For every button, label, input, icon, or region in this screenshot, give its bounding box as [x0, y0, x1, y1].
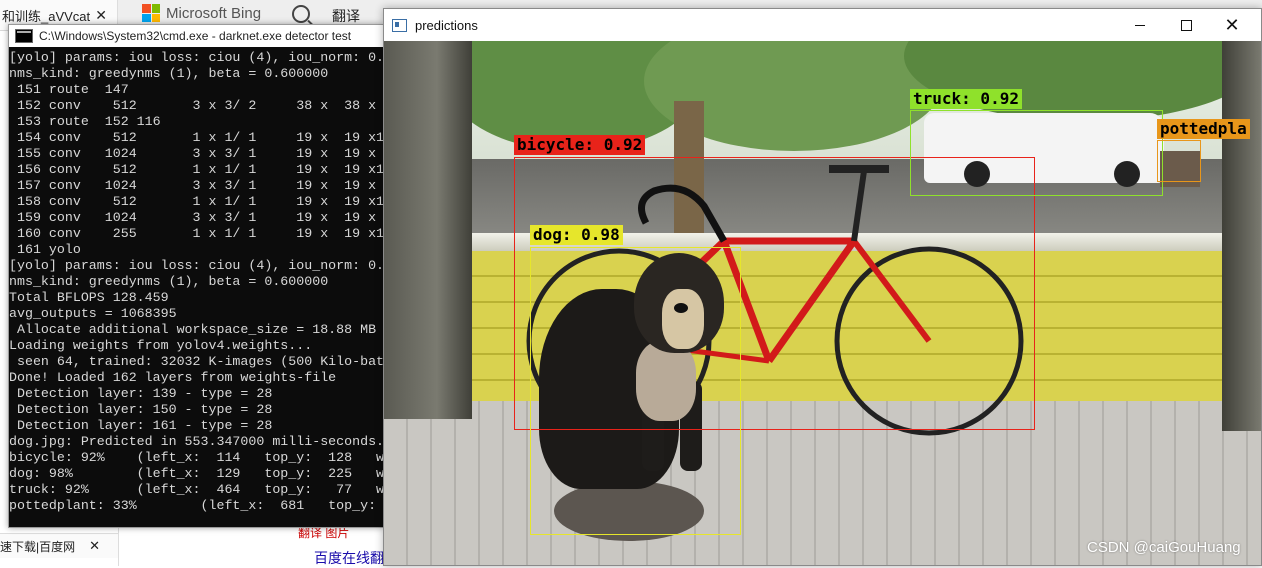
console-output[interactable]: [yolo] params: iou loss: ciou (4), iou_n… [9, 47, 383, 514]
console-line: Total BFLOPS 128.459 [9, 290, 169, 305]
detection-image: bicycle: 0.92 dog: 0.98 truck: 0.92 pott… [384, 41, 1261, 565]
console-line: Done! Loaded 162 layers from weights-fil… [9, 370, 337, 385]
dog-bounding-box [530, 247, 741, 535]
browser-tab-label: 速下载|百度网 [0, 539, 76, 554]
browser-link[interactable]: 百度在线翻 [314, 548, 384, 568]
terminal-icon [15, 29, 33, 43]
bing-logo[interactable]: Microsoft Bing [142, 4, 261, 22]
console-line: [yolo] params: iou loss: ciou (4), iou_n… [9, 258, 384, 273]
image-window-icon [392, 18, 407, 32]
console-line: 157 conv 1024 3 x 3/ 1 19 x 19 x [9, 178, 377, 193]
console-line: nms_kind: greedynms (1), beta = 0.600000 [9, 66, 329, 81]
close-icon[interactable]: ✕ [89, 538, 100, 554]
console-line: dog: 98% (left_x: 129 top_y: 225 w [9, 466, 384, 481]
window-title: predictions [415, 17, 478, 33]
predictions-window[interactable]: predictions ✕ bicycle: 0.92 dog: 0.98 tr… [383, 8, 1262, 566]
console-line: 151 route 147 [9, 82, 129, 97]
close-icon[interactable]: ✕ [95, 7, 107, 24]
console-line: [yolo] params: iou loss: ciou (4), iou_n… [9, 50, 384, 65]
maximize-button[interactable] [1163, 9, 1209, 41]
console-line: Detection layer: 150 - type = 28 [9, 402, 273, 417]
console-line: dog.jpg: Predicted in 553.347000 milli-s… [9, 434, 384, 449]
cmd-title: C:\Windows\System32\cmd.exe - darknet.ex… [39, 29, 352, 43]
cmd-window[interactable]: C:\Windows\System32\cmd.exe - darknet.ex… [8, 24, 384, 528]
console-line: Allocate additional workspace_size = 18.… [9, 322, 377, 337]
console-line: nms_kind: greedynms (1), beta = 0.600000 [9, 274, 329, 289]
console-line: Detection layer: 161 - type = 28 [9, 418, 273, 433]
console-line: 155 conv 1024 3 x 3/ 1 19 x 19 x [9, 146, 377, 161]
pottedplant-detection-label: pottedpla [1157, 119, 1250, 139]
console-line: Loading weights from yolov4.weights... [9, 338, 313, 353]
console-line: 158 conv 512 1 x 1/ 1 19 x 19 x1 [9, 194, 384, 209]
minimize-icon [1135, 24, 1145, 26]
truck-detection-label: truck: 0.92 [910, 89, 1022, 109]
browser-tab-label: 和训练_aVVcat [2, 8, 91, 24]
watermark: CSDN @caiGouHuang [1087, 539, 1241, 556]
console-line: seen 64, trained: 32032 K-images (500 Ki… [9, 354, 384, 369]
console-line: avg_outputs = 1068395 [9, 306, 177, 321]
console-line: pottedplant: 33% (left_x: 681 top_y: [9, 498, 377, 513]
console-line: bicycle: 92% (left_x: 114 top_y: 128 w [9, 450, 384, 465]
search-icon[interactable] [292, 5, 310, 23]
translate-link[interactable]: 翻译 [332, 6, 360, 26]
close-button[interactable]: ✕ [1209, 9, 1255, 41]
truck-bounding-box [910, 110, 1163, 196]
console-line: 153 route 152 116 [9, 114, 161, 129]
minimize-button[interactable] [1117, 9, 1163, 41]
console-line: truck: 92% (left_x: 464 top_y: 77 w [9, 482, 384, 497]
console-line: 152 conv 512 3 x 3/ 2 38 x 38 x [9, 98, 377, 113]
console-line: 154 conv 512 1 x 1/ 1 19 x 19 x1 [9, 130, 384, 145]
maximize-icon [1180, 19, 1192, 31]
cmd-title-bar[interactable]: C:\Windows\System32\cmd.exe - darknet.ex… [9, 25, 383, 47]
console-line: 159 conv 1024 3 x 3/ 1 19 x 19 x [9, 210, 377, 225]
bing-label: Microsoft Bing [166, 4, 262, 22]
console-line: 161 yolo [9, 242, 81, 257]
pottedplant-bounding-box [1157, 140, 1201, 182]
dog-detection-label: dog: 0.98 [530, 225, 623, 245]
bicycle-detection-label: bicycle: 0.92 [514, 135, 646, 155]
console-line: Detection layer: 139 - type = 28 [9, 386, 273, 401]
console-line: 156 conv 512 1 x 1/ 1 19 x 19 x1 [9, 162, 384, 177]
microsoft-logo-icon [142, 4, 160, 22]
browser-tab[interactable]: 速下载|百度网 ✕ [0, 533, 118, 558]
console-line: 160 conv 255 1 x 1/ 1 19 x 19 x1 [9, 226, 384, 241]
